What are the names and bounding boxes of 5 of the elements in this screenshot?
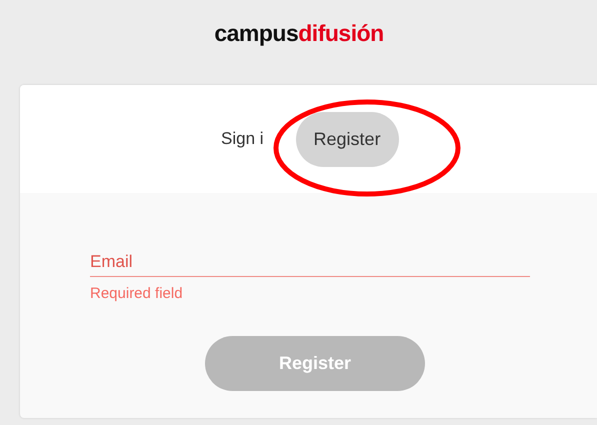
tab[interactable]: Register: [296, 112, 399, 166]
email-field[interactable]: Email: [90, 248, 530, 277]
tab[interactable]: Sign i: [219, 112, 266, 166]
logo: campusdifusión: [214, 19, 384, 48]
error-message: Required field: [90, 285, 184, 303]
